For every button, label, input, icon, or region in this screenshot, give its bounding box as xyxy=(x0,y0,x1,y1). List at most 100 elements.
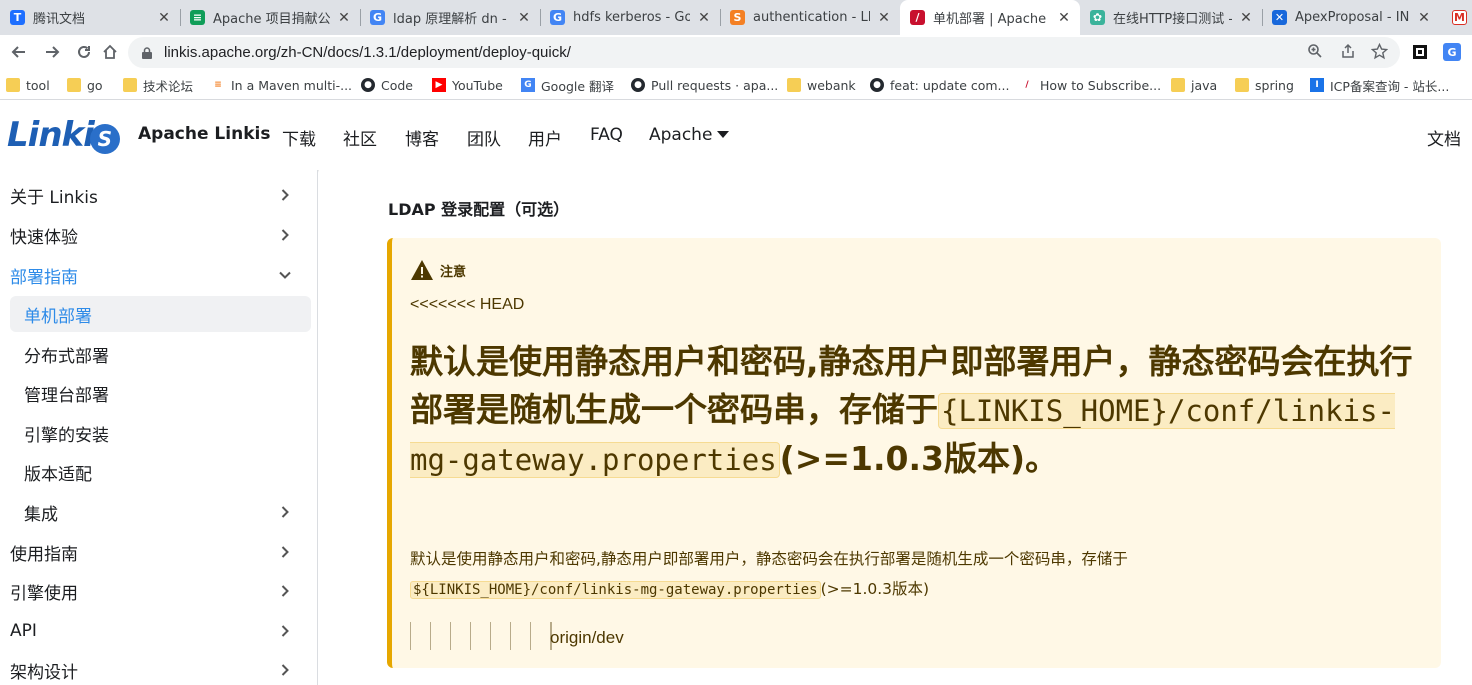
bookmark-item[interactable]: / How to Subscribe... xyxy=(1020,76,1161,94)
browser-tab[interactable]: ✿ 在线HTTP接口测试 - ✕ xyxy=(1080,0,1262,35)
section-heading: LDAP 登录配置（可选） xyxy=(388,200,570,219)
sidebar-item-standalone-deploy[interactable]: 单机部署 xyxy=(10,296,311,332)
bookmark-item[interactable]: webank xyxy=(787,76,856,94)
nav-download[interactable]: 下载 xyxy=(282,125,316,150)
chevron-right-icon[interactable] xyxy=(270,180,300,210)
nav-users[interactable]: 用户 xyxy=(528,125,562,150)
bookmark-label: How to Subscribe... xyxy=(1040,77,1162,93)
gmail-tab[interactable]: M xyxy=(1442,0,1472,35)
logo-badge: S xyxy=(89,124,120,154)
sidebar-item-label: 快速体验 xyxy=(10,227,78,248)
close-icon[interactable]: ✕ xyxy=(1056,10,1072,26)
bookmark-item[interactable]: G Google 翻译 xyxy=(521,76,614,94)
close-icon[interactable]: ✕ xyxy=(156,10,172,26)
bookmark-item[interactable]: I ICP备案查询 - 站长... xyxy=(1310,76,1449,94)
sidebar-item-api[interactable]: API xyxy=(0,613,312,649)
browser-tab-strip: T腾讯文档✕≡Apache 项目捐献公司✕Gldap 原理解析 dn - G✕G… xyxy=(0,0,1472,35)
chevron-right-icon[interactable] xyxy=(270,497,300,527)
sidebar-item-deployment-guide[interactable]: 部署指南 xyxy=(0,257,312,293)
close-icon[interactable]: ✕ xyxy=(696,10,712,26)
qr-extension-icon[interactable] xyxy=(1411,43,1429,61)
chevron-right-icon[interactable] xyxy=(270,537,300,567)
bookmark-item[interactable]: ● Code xyxy=(361,76,413,94)
github-icon: ● xyxy=(870,78,884,92)
sidebar-item-version-adapt[interactable]: 版本适配 xyxy=(0,454,312,490)
sidebar-item-distributed-deploy[interactable]: 分布式部署 xyxy=(0,336,312,372)
bookmark-item[interactable]: ● feat: update com... xyxy=(870,76,1009,94)
nav-community[interactable]: 社区 xyxy=(343,125,377,150)
browser-tab[interactable]: ≡ Apache 项目捐献公司 ✕ xyxy=(180,0,360,35)
linkis-logo[interactable]: Linki S xyxy=(7,114,120,156)
browser-tab[interactable]: Sauthentication - LDA ✕ xyxy=(720,0,900,35)
close-icon[interactable]: ✕ xyxy=(336,10,352,26)
sidebar-item-architecture[interactable]: 架构设计 xyxy=(0,652,312,685)
reload-button[interactable] xyxy=(70,38,98,66)
sidebar-item-quick-experience[interactable]: 快速体验 xyxy=(0,217,312,253)
bookmark-item[interactable]: tool xyxy=(6,76,50,94)
gear-icon: ✿ xyxy=(1090,10,1105,25)
bookmark-item[interactable]: go xyxy=(67,76,103,94)
browser-tab[interactable]: ✕ ApexProposal - INC ✕ xyxy=(1262,0,1440,35)
sidebar-item-engine-install[interactable]: 引擎的安装 xyxy=(0,415,312,451)
nav-apache-dropdown[interactable]: Apache xyxy=(649,125,730,145)
chevron-right-icon[interactable] xyxy=(270,220,300,250)
google-translate-extension-icon[interactable]: G xyxy=(1443,43,1461,61)
bookmark-item[interactable]: 技术论坛 xyxy=(123,76,193,94)
sidebar-item-user-guide[interactable]: 使用指南 xyxy=(0,534,312,570)
site-title[interactable]: Apache Linkis xyxy=(138,124,270,144)
github-icon: ● xyxy=(361,78,375,92)
bookmark-item[interactable]: spring xyxy=(1235,76,1294,94)
folder-icon xyxy=(787,78,801,92)
chevron-right-icon[interactable] xyxy=(270,655,300,685)
table-divider xyxy=(490,622,510,650)
sidebar-item-integration[interactable]: 集成 xyxy=(0,494,312,530)
bookmark-item[interactable]: java xyxy=(1171,76,1217,94)
close-icon[interactable]: ✕ xyxy=(1416,10,1432,26)
tab-title: 腾讯文档 xyxy=(33,12,86,27)
browser-tab[interactable]: Ghdfs kerberos - Goo ✕ xyxy=(540,0,720,35)
back-button[interactable] xyxy=(5,38,33,66)
nav-team[interactable]: 团队 xyxy=(467,125,501,150)
bookmark-label: tool xyxy=(26,77,50,93)
close-icon[interactable]: ✕ xyxy=(516,10,532,26)
chevron-down-icon[interactable] xyxy=(270,260,300,290)
sidebar-item-label: 使用指南 xyxy=(10,544,78,565)
nav-apache-label: Apache xyxy=(649,125,713,145)
docs-sidebar: 关于 Linkis 快速体验部署指南 单机部署分布式部署 管理台部署引擎的安装 版本适配… xyxy=(0,170,318,685)
sidebar-item-engine-usage[interactable]: 引擎使用 xyxy=(0,573,312,609)
table-divider xyxy=(430,622,450,650)
tab-title: Apache 项目捐献公司 xyxy=(213,12,330,27)
browser-tab[interactable]: / 单机部署 | Apache Li ✕ xyxy=(900,0,1080,35)
browser-tab[interactable]: T 腾讯文档 ✕ xyxy=(0,0,180,35)
table-divider xyxy=(450,622,470,650)
gmail-icon: M xyxy=(1452,10,1467,25)
sidebar-item-label: 引擎使用 xyxy=(10,583,78,604)
bookmark-label: Pull requests · apa... xyxy=(651,77,779,93)
bookmark-item[interactable]: ▶ YouTube xyxy=(432,76,503,94)
nav-faq[interactable]: FAQ xyxy=(590,125,623,145)
chevron-right-icon[interactable] xyxy=(270,576,300,606)
nav-blog[interactable]: 博客 xyxy=(405,125,439,150)
address-bar[interactable]: linkis.apache.org/zh-CN/docs/1.3.1/deplo… xyxy=(128,37,1400,68)
table-divider xyxy=(470,622,490,650)
close-icon[interactable]: ✕ xyxy=(1238,10,1254,26)
google-translate-icon: G xyxy=(521,78,535,92)
chevron-right-icon[interactable] xyxy=(270,616,300,646)
close-icon[interactable]: ✕ xyxy=(876,10,892,26)
sidebar-item-console-deploy[interactable]: 管理台部署 xyxy=(0,375,312,411)
forward-button[interactable] xyxy=(38,38,66,66)
bookmark-item[interactable]: ≡ In a Maven multi-... xyxy=(211,76,352,94)
browser-tab[interactable]: Gldap 原理解析 dn - G ✕ xyxy=(360,0,540,35)
zoom-icon[interactable] xyxy=(1306,42,1324,60)
sidebar-item-about-linkis[interactable]: 关于 Linkis xyxy=(0,177,312,213)
star-bookmark-icon[interactable] xyxy=(1370,42,1388,60)
share-icon[interactable] xyxy=(1339,42,1357,60)
nav-docs-label: 文档 xyxy=(1427,130,1461,150)
bookmark-label: go xyxy=(87,77,103,93)
folder-icon xyxy=(1235,78,1249,92)
home-icon xyxy=(103,44,117,59)
home-button[interactable] xyxy=(96,38,124,66)
nav-docs-dropdown[interactable]: 文档 xyxy=(1427,125,1461,150)
bookmark-item[interactable]: ● Pull requests · apa... xyxy=(631,76,778,94)
browser-toolbar: linkis.apache.org/zh-CN/docs/1.3.1/deplo… xyxy=(0,35,1472,70)
